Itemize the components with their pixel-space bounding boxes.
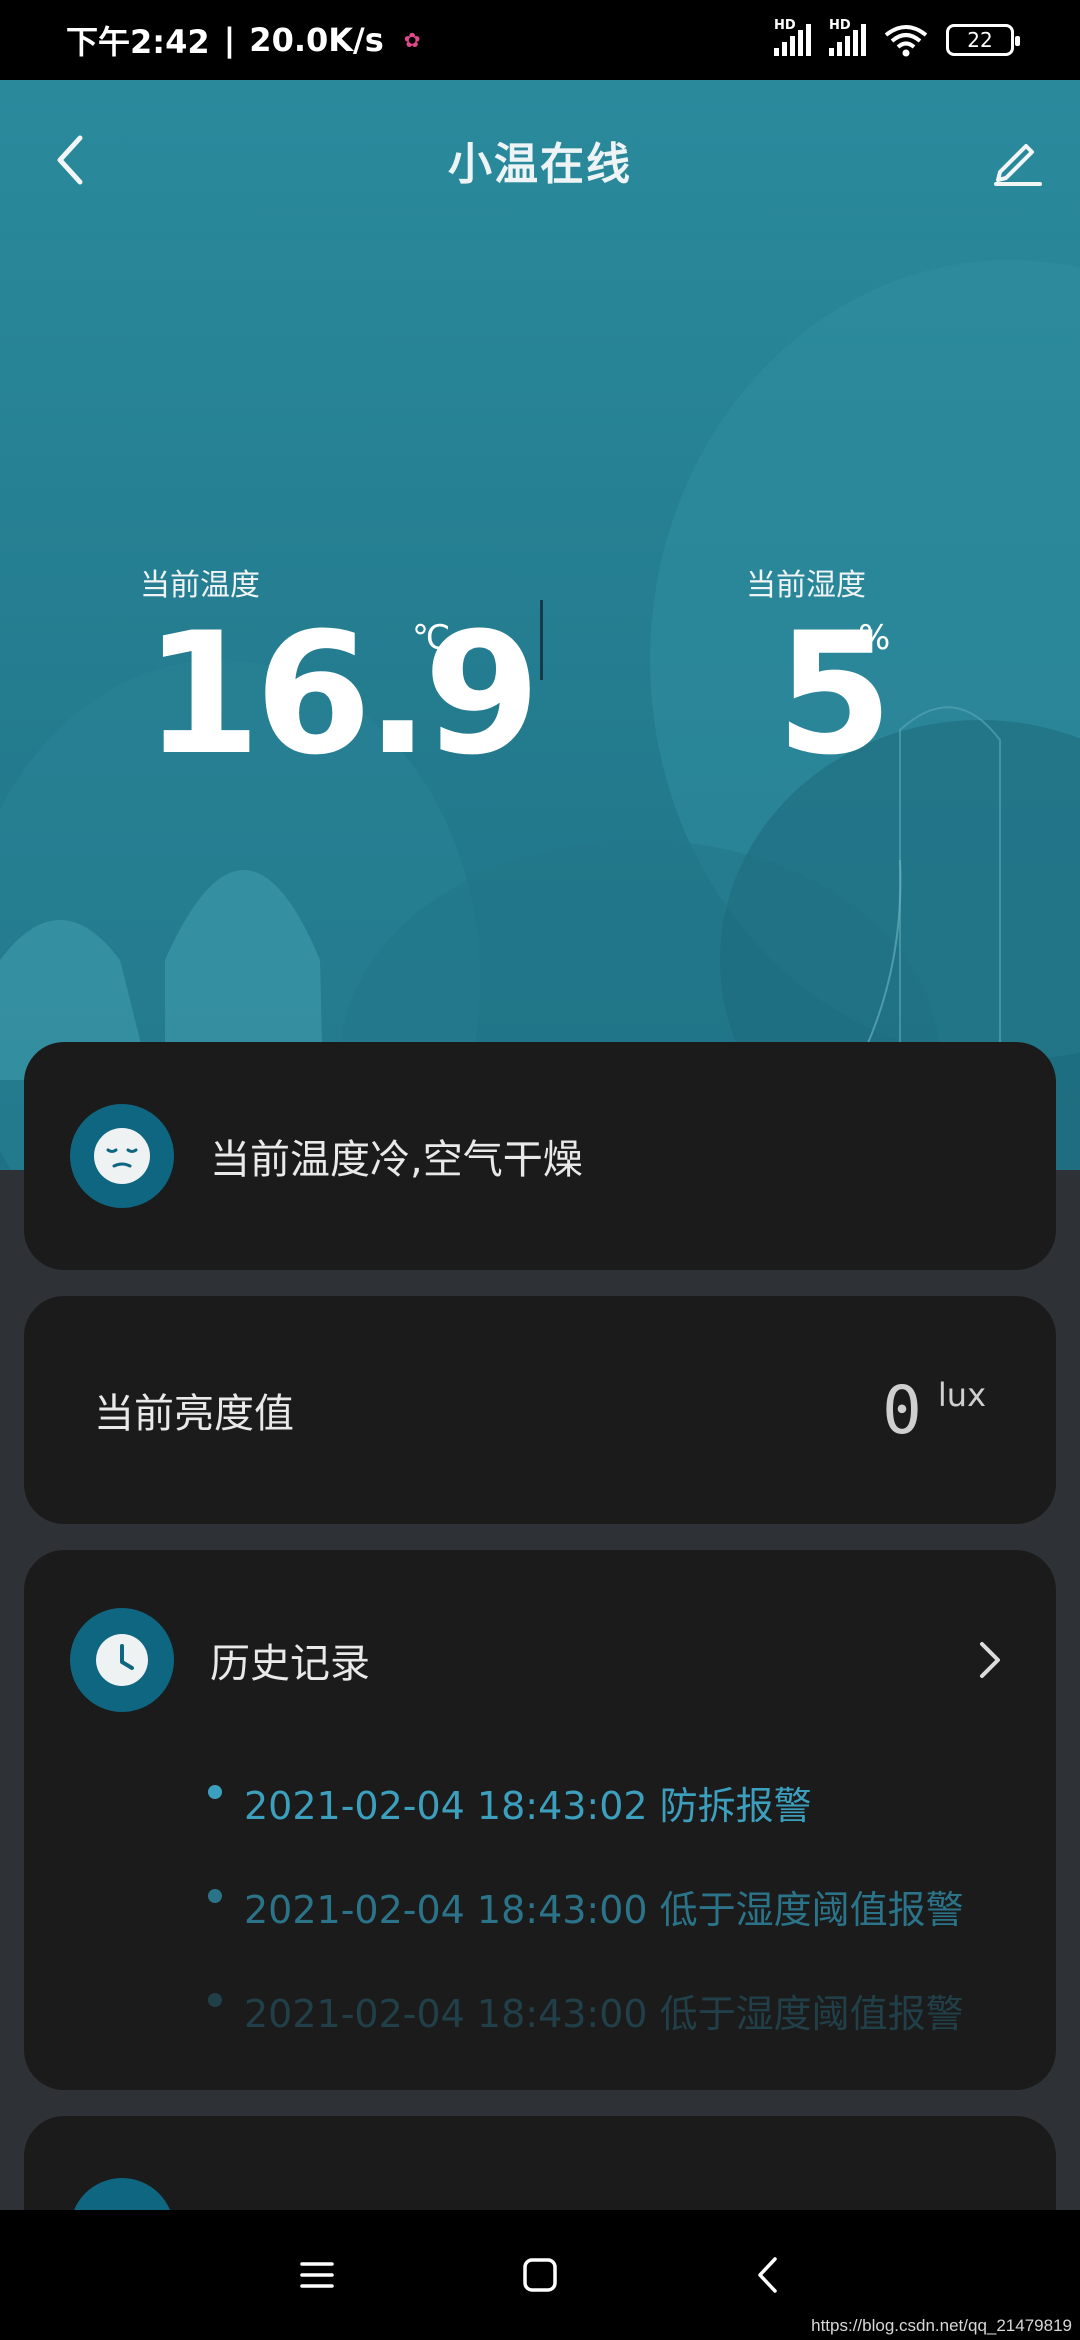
history-list: 2021-02-04 18:43:02 防拆报警 2021-02-04 18:4… [208, 1750, 964, 2062]
history-item[interactable]: 2021-02-04 18:43:02 防拆报警 [208, 1750, 964, 1854]
history-card[interactable]: 历史记录 2021-02-04 18:43:02 防拆报警 2021-02-04… [24, 1550, 1056, 2090]
clock-icon-badge [70, 1608, 174, 1712]
signal-icon: HD [774, 18, 811, 56]
history-item[interactable]: 2021-02-04 18:43:00 低于湿度阈值报警 [208, 1958, 964, 2062]
system-back-button[interactable] [740, 2248, 794, 2302]
history-more-button[interactable] [970, 1638, 1010, 1682]
edit-button[interactable] [986, 128, 1050, 192]
menu-icon [300, 2262, 334, 2288]
header-bar: 小温在线 [0, 120, 1080, 200]
page-title: 小温在线 [448, 139, 632, 190]
menu-button[interactable] [290, 2248, 344, 2302]
comfort-status-text: 当前温度冷,空气干燥 [210, 1137, 583, 1183]
status-time: 下午2:42 [66, 23, 210, 61]
chevron-left-icon [57, 135, 83, 185]
pencil-icon [994, 144, 1042, 186]
humidity-unit: % [858, 618, 891, 658]
wifi-icon [884, 25, 928, 57]
signal-hd-label: HD [829, 18, 851, 33]
bullet-dot [208, 1889, 222, 1903]
brightness-label: 当前亮度值 [94, 1391, 294, 1437]
temperature-metric: 当前温度 16.9 ℃ [140, 560, 541, 778]
humidity-metric: 当前湿度 5 % [746, 560, 893, 778]
history-item-text: 2021-02-04 18:43:00 低于湿度阈值报警 [244, 1887, 964, 1932]
metric-divider [540, 600, 543, 680]
brightness-card: 当前亮度值 0 lux [24, 1296, 1056, 1524]
signal-hd-label: HD [774, 18, 796, 33]
status-net-speed: 20.0K/s [249, 21, 384, 59]
home-square-icon [523, 2258, 557, 2292]
status-separator: | [223, 21, 236, 59]
chevron-right-icon [980, 1642, 1000, 1678]
notification-icon: ✿ [403, 28, 421, 52]
battery-icon: 22 [946, 24, 1020, 56]
back-button[interactable] [40, 130, 100, 190]
face-icon-badge [70, 1104, 174, 1208]
brightness-value: 0 [882, 1371, 922, 1449]
temperature-value: 16.9 [144, 596, 541, 792]
face-icon [94, 1128, 150, 1184]
status-left: 下午2:42 | 20.0K/s ✿ [66, 17, 421, 63]
status-bar: 下午2:42 | 20.0K/s ✿ HD HD 22 [0, 0, 1080, 80]
status-right: HD HD 22 [774, 18, 1020, 57]
brightness-unit: lux [937, 1376, 986, 1414]
clock-icon [96, 1634, 148, 1686]
temperature-unit: ℃ [412, 618, 451, 658]
hero-panel: 小温在线 当前温度 16.9 ℃ 当前湿度 5 % [0, 80, 1080, 1170]
watermark: https://blog.csdn.net/qq_21479819 [811, 2316, 1072, 2335]
bullet-dot [208, 1785, 222, 1799]
signal-icon: HD [829, 18, 866, 56]
screen: 下午2:42 | 20.0K/s ✿ HD HD 22 小温在线 当前温度 16… [0, 0, 1080, 2340]
system-nav-bar: https://blog.csdn.net/qq_21479819 [0, 2210, 1080, 2340]
home-button[interactable] [513, 2248, 567, 2302]
comfort-status-card: 当前温度冷,空气干燥 [24, 1042, 1056, 1270]
bullet-dot [208, 1993, 222, 2007]
history-item-text: 2021-02-04 18:43:02 防拆报警 [244, 1783, 812, 1828]
history-item[interactable]: 2021-02-04 18:43:00 低于湿度阈值报警 [208, 1854, 964, 1958]
history-item-text: 2021-02-04 18:43:00 低于湿度阈值报警 [244, 1991, 964, 2036]
back-triangle-icon [758, 2257, 777, 2293]
battery-level: 22 [967, 28, 993, 52]
history-title: 历史记录 [210, 1641, 370, 1687]
history-header: 历史记录 [70, 1608, 370, 1712]
